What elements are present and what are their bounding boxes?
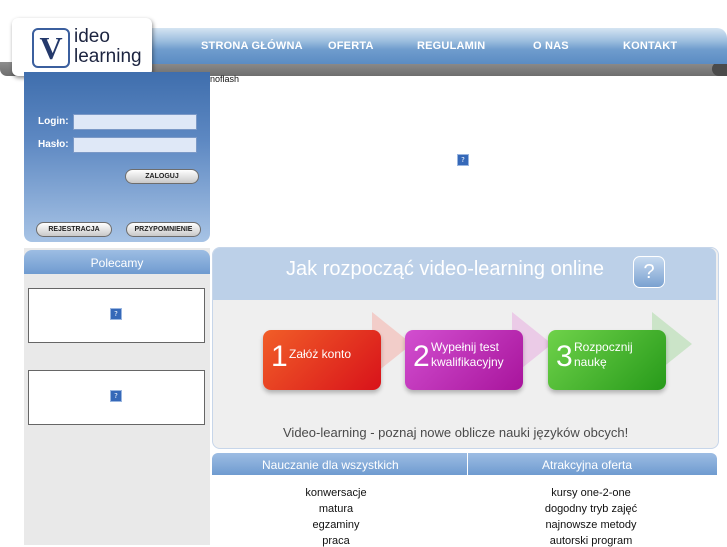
right-list-item[interactable]: dogodny tryb zajęć bbox=[521, 503, 661, 515]
help-icon[interactable]: ? bbox=[633, 256, 665, 288]
right-column-title: Atrakcyjna oferta bbox=[542, 458, 633, 472]
missing-plugin-icon: ? bbox=[457, 154, 469, 166]
flash-placeholder-text: noflash bbox=[210, 74, 240, 84]
step-2-fill-test[interactable]: 2 Wypełnij test kwalifikacyjny bbox=[405, 330, 523, 390]
step-3-number: 3 bbox=[556, 340, 573, 373]
right-list-item[interactable]: kursy one-2-one bbox=[521, 487, 661, 499]
steps-title: Jak rozpocząć video-learning online bbox=[286, 258, 604, 280]
step-1-create-account[interactable]: 1 Załóż konto bbox=[263, 330, 381, 390]
nav-strona-glowna[interactable]: STRONA GŁÓWNA bbox=[201, 40, 303, 52]
login-label: Login: bbox=[38, 116, 69, 127]
step-1-number: 1 bbox=[271, 340, 288, 373]
nav-oferta[interactable]: OFERTA bbox=[328, 40, 374, 52]
promo-box-1-plugin-icon: ? bbox=[110, 308, 122, 320]
right-list-item[interactable]: autorski program bbox=[521, 535, 661, 547]
polecamy-header: Polecamy bbox=[24, 250, 210, 274]
right-list-item[interactable]: najnowsze metody bbox=[521, 519, 661, 531]
bottom-column-divider bbox=[467, 453, 468, 545]
left-list-item[interactable]: konwersacje bbox=[276, 487, 396, 499]
promo-box-1-noflash: noflash bbox=[70, 290, 96, 299]
step-2-number: 2 bbox=[413, 340, 430, 373]
promo-box-2-noflash: noflash bbox=[70, 372, 96, 381]
password-input[interactable] bbox=[73, 137, 197, 153]
left-list-item[interactable]: egzaminy bbox=[276, 519, 396, 531]
nav-o-nas[interactable]: O NAS bbox=[533, 40, 569, 52]
left-list-item[interactable]: praca bbox=[276, 535, 396, 547]
login-input[interactable] bbox=[73, 114, 197, 130]
password-label: Hasło: bbox=[38, 139, 69, 150]
step-1-label: Załóż konto bbox=[289, 347, 352, 361]
logo-text-video: ideo bbox=[74, 26, 110, 47]
logo-text-learning: learning bbox=[74, 46, 142, 67]
nav-regulamin[interactable]: REGULAMIN bbox=[417, 40, 485, 52]
remind-password-button[interactable]: PRZYPOMNIENIE bbox=[126, 222, 201, 237]
register-button[interactable]: REJESTRACJA bbox=[36, 222, 112, 237]
nav-right-cap bbox=[712, 62, 727, 76]
top-navigation: STRONA GŁÓWNA OFERTA REGULAMIN O NAS KON… bbox=[130, 28, 727, 64]
logo-mark: V bbox=[32, 28, 70, 68]
login-panel: Login: Hasło: ZALOGUJ REJESTRACJA PRZYPO… bbox=[24, 72, 210, 242]
left-list-item[interactable]: matura bbox=[276, 503, 396, 515]
promo-box-2-plugin-icon: ? bbox=[110, 390, 122, 402]
step-3-start-learning[interactable]: 3 Rozpocznij naukę bbox=[548, 330, 666, 390]
site-logo[interactable]: V ideo learning bbox=[12, 18, 152, 76]
left-column-title: Nauczanie dla wszystkich bbox=[262, 458, 399, 472]
nav-kontakt[interactable]: KONTAKT bbox=[623, 40, 677, 52]
step-2-label: Wypełnij test kwalifikacyjny bbox=[431, 340, 504, 369]
steps-footer-text: Video-learning - poznaj nowe oblicze nau… bbox=[283, 425, 629, 440]
step-3-label: Rozpocznij naukę bbox=[574, 340, 633, 369]
login-button[interactable]: ZALOGUJ bbox=[125, 169, 199, 184]
